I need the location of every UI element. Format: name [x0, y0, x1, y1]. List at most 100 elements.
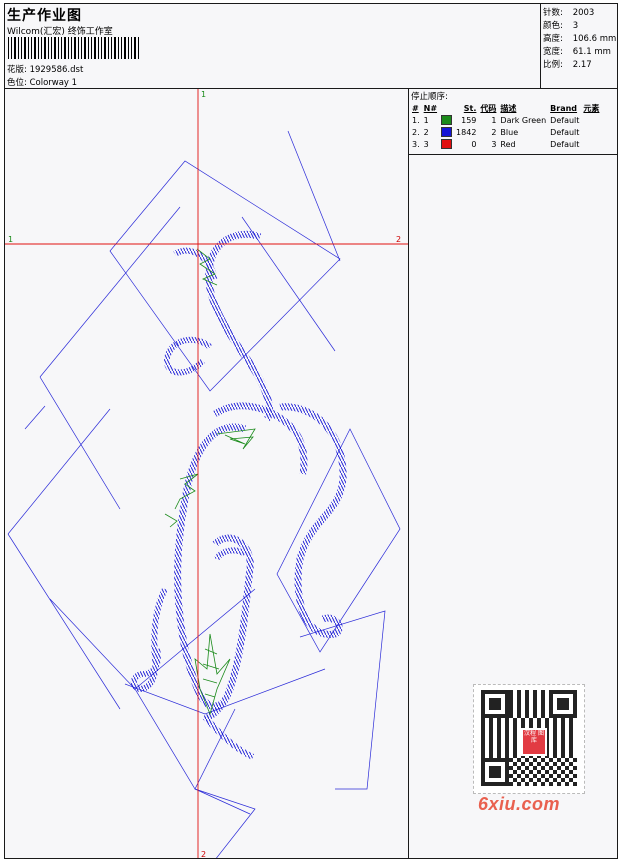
stat-label: 颜色:: [543, 21, 563, 31]
qr-module: [481, 750, 485, 754]
qr-module: [493, 770, 497, 774]
qr-module: [505, 706, 509, 710]
color-code: 2: [491, 127, 497, 137]
stat-stitches: 针数: 2003: [543, 6, 594, 18]
qr-module: [489, 770, 493, 774]
qr-module: [497, 714, 501, 718]
barcode-bar: [88, 37, 89, 59]
qr-module: [561, 722, 565, 726]
qr-module: [529, 762, 533, 766]
qr-module: [525, 710, 529, 714]
horizontal-guide-right-label: 2: [396, 235, 401, 244]
barcode-bar: [48, 37, 49, 59]
barcode-bar: [104, 37, 106, 59]
brand: Default: [550, 115, 580, 125]
qr-module: [553, 730, 557, 734]
qr-module: [513, 762, 517, 766]
qr-module: [561, 714, 565, 718]
qr-module: [481, 762, 485, 766]
qr-module: [569, 742, 573, 746]
qr-module: [573, 706, 577, 710]
qr-module: [513, 742, 517, 746]
qr-module: [553, 722, 557, 726]
stat-value: 61.1 mm: [572, 47, 611, 57]
stop-sequence-table: # N# St. 代码 描述 Brand 元素 1. 1 159 1 Dark …: [410, 102, 601, 150]
qr-module: [493, 690, 497, 694]
barcode-bar: [21, 37, 22, 59]
qr-module: [545, 722, 549, 726]
qr-module: [505, 766, 509, 770]
qr-module: [521, 778, 525, 782]
qr-module: [497, 722, 501, 726]
qr-module: [497, 774, 501, 778]
qr-module: [485, 758, 489, 762]
qr-module: [541, 690, 545, 694]
qr-module: [481, 782, 485, 786]
qr-module: [505, 690, 509, 694]
qr-module: [541, 758, 545, 762]
qr-module: [525, 702, 529, 706]
qr-module: [497, 758, 501, 762]
stop-index: 1.: [412, 115, 420, 125]
qr-module: [517, 710, 521, 714]
stop-index: 2.: [412, 127, 420, 137]
qr-module: [545, 762, 549, 766]
qr-module: [509, 690, 513, 694]
table-header-row: # N# St. 代码 描述 Brand 元素: [410, 102, 601, 114]
header-info-panel: 生产作业图 Wilcom(汇宏) 终饰工作室 花版: 1929586.dst 色…: [5, 4, 541, 89]
needle-number: 2: [423, 127, 429, 137]
qr-module: [505, 738, 509, 742]
qr-module: [533, 690, 537, 694]
barcode-bar: [84, 37, 86, 59]
qr-module: [497, 746, 501, 750]
qr-module: [569, 738, 573, 742]
qr-module: [569, 730, 573, 734]
barcode-bar: [61, 37, 62, 59]
qr-module: [481, 778, 485, 782]
qr-module: [573, 698, 577, 702]
qr-module: [517, 714, 521, 718]
qr-module: [573, 714, 577, 718]
qr-module: [557, 714, 561, 718]
qr-module: [485, 782, 489, 786]
qr-module: [553, 690, 557, 694]
qr-module: [533, 782, 537, 786]
qr-module: [561, 738, 565, 742]
qr-module: [521, 718, 525, 722]
qr-module: [549, 694, 553, 698]
qr-module: [549, 766, 553, 770]
qr-module: [481, 734, 485, 738]
qr-module: [481, 690, 485, 694]
qr-module: [497, 782, 501, 786]
stat-value: 2.17: [572, 60, 592, 70]
qr-module: [573, 758, 577, 762]
qr-module: [533, 710, 537, 714]
qr-module: [489, 738, 493, 742]
qr-module: [489, 758, 493, 762]
barcode-bar: [51, 37, 52, 59]
qr-module: [481, 770, 485, 774]
qr-module: [529, 778, 533, 782]
qr-module: [561, 754, 565, 758]
qr-module: [541, 714, 545, 718]
qr-module: [541, 694, 545, 698]
document-title: 生产作业图: [7, 8, 82, 24]
qr-module: [513, 726, 517, 730]
qr-module: [505, 762, 509, 766]
stat-value: 3: [572, 21, 579, 31]
qr-module: [509, 766, 513, 770]
qr-module: [489, 730, 493, 734]
qr-module: [533, 766, 537, 770]
qr-module: [517, 706, 521, 710]
qr-module: [505, 710, 509, 714]
qr-module: [557, 690, 561, 694]
qr-module: [497, 738, 501, 742]
qr-module: [513, 778, 517, 782]
qr-module: [561, 750, 565, 754]
qr-module: [569, 750, 573, 754]
qr-module: [489, 714, 493, 718]
barcode-bar: [28, 37, 29, 59]
qr-module: [509, 706, 513, 710]
qr-module: [489, 774, 493, 778]
qr-module: [481, 702, 485, 706]
